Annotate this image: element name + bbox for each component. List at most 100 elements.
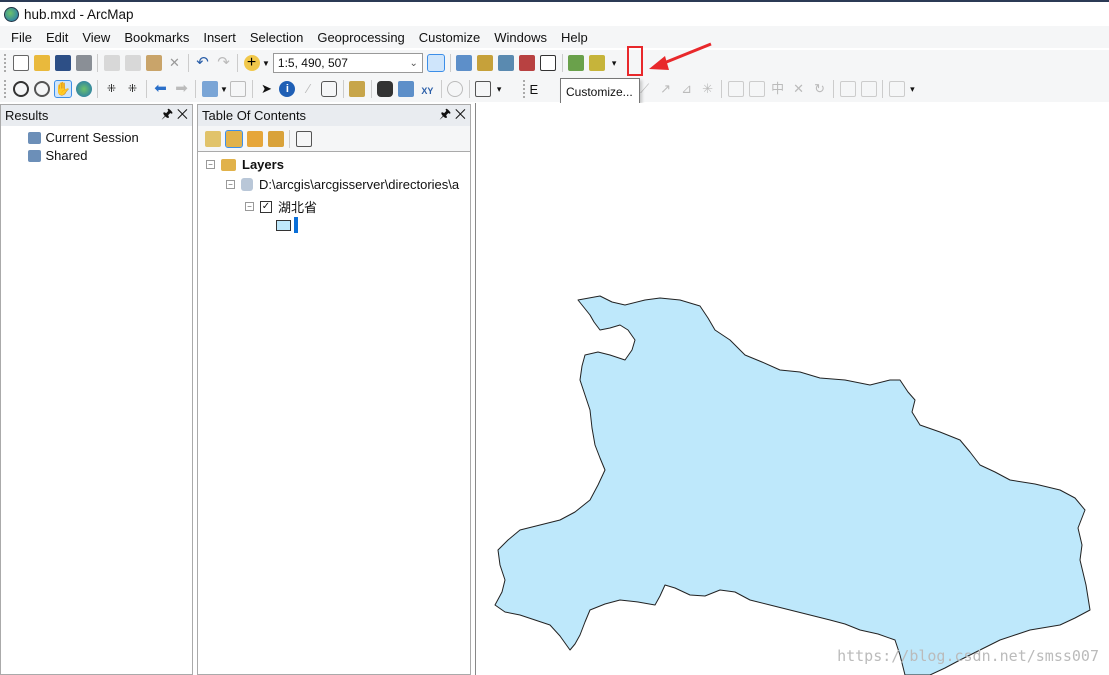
menu-insert[interactable]: Insert [196, 30, 243, 45]
open-folder-icon[interactable] [33, 55, 50, 71]
end-point-arc-icon[interactable]: ↗ [658, 81, 674, 97]
paste-icon[interactable] [145, 55, 162, 71]
select-elements-arrow-icon[interactable]: ➤ [258, 81, 274, 97]
split-icon[interactable]: ✕ [791, 81, 807, 97]
new-document-icon[interactable] [12, 55, 29, 71]
menu-bookmarks[interactable]: Bookmarks [117, 30, 196, 45]
trace-icon[interactable]: ⊿ [679, 81, 695, 97]
modelbuilder-icon[interactable] [568, 55, 585, 71]
toolbar-options-dropdown[interactable]: ▾ [497, 84, 502, 95]
menu-geoprocessing[interactable]: Geoprocessing [310, 30, 411, 45]
polygon-symbol-swatch[interactable] [276, 219, 291, 231]
text-cursor [294, 217, 298, 233]
layer-visibility-checkbox[interactable]: ✓ [260, 200, 272, 213]
list-by-visibility-icon[interactable] [246, 130, 263, 147]
results-shared[interactable]: Shared [25, 148, 87, 163]
menu-edit[interactable]: Edit [39, 30, 75, 45]
list-by-drawing-order-icon[interactable] [204, 130, 221, 147]
rotate-icon[interactable]: ↻ [812, 81, 828, 97]
clear-selection-icon[interactable] [230, 81, 247, 97]
go-to-xy-icon[interactable]: XY [419, 81, 435, 97]
sketch-properties-icon[interactable] [860, 81, 877, 97]
title-bar: hub.mxd - ArcMap [0, 2, 1109, 26]
toolbar-grip[interactable] [4, 80, 7, 98]
catalog-window-icon[interactable] [477, 55, 494, 71]
separator [289, 129, 290, 148]
menu-windows[interactable]: Windows [487, 30, 554, 45]
zoom-in-icon[interactable] [12, 81, 29, 97]
collapse-icon[interactable]: − [245, 202, 254, 211]
map-scale-combobox[interactable]: 1:5, 490, 507 ⌄ [272, 53, 423, 73]
hyperlink-icon[interactable]: ⁄ [300, 81, 316, 97]
customize-tooltip: Customize... [560, 78, 640, 106]
editor-label[interactable]: E [529, 82, 538, 97]
edit-vertices-icon[interactable] [727, 81, 744, 97]
select-dropdown-icon[interactable]: ▼ [220, 85, 228, 94]
list-by-selection-icon[interactable] [267, 130, 284, 147]
pin-icon[interactable]: 🖈 [439, 106, 451, 121]
menu-view[interactable]: View [75, 30, 117, 45]
chevron-down-icon[interactable]: ⌄ [410, 58, 418, 69]
create-features-icon[interactable] [888, 81, 905, 97]
layer-symbol[interactable] [276, 217, 298, 233]
toolbar-extra-icon[interactable] [589, 55, 606, 71]
arctoolbox-icon[interactable] [519, 55, 536, 71]
toolbar-grip[interactable] [523, 80, 526, 98]
forward-arrow-icon[interactable]: ➡ [174, 81, 190, 97]
toc-layers-group[interactable]: − Layers [206, 157, 284, 172]
python-window-icon[interactable] [540, 55, 557, 71]
menu-customize[interactable]: Customize [412, 30, 487, 45]
find-route-icon[interactable] [398, 81, 415, 97]
toolbar-options-dropdown[interactable]: ▾ [612, 58, 617, 69]
identify-icon[interactable]: i [279, 81, 296, 97]
add-data-icon[interactable]: + [243, 55, 260, 71]
point-icon[interactable]: ✳ [700, 81, 716, 97]
add-data-dropdown-icon[interactable]: ▼ [262, 59, 270, 68]
cut-polygons-icon[interactable]: 中 [770, 81, 786, 97]
redo-icon[interactable]: ↷ [216, 55, 232, 71]
menu-file[interactable]: File [4, 30, 39, 45]
search-window-icon[interactable] [498, 55, 515, 71]
zoom-out-icon[interactable] [33, 81, 50, 97]
full-extent-globe-icon[interactable] [75, 81, 92, 97]
copy-icon[interactable] [124, 55, 141, 71]
collapse-icon[interactable]: − [226, 180, 235, 189]
editor-toolbar-icon[interactable] [427, 54, 446, 72]
time-slider-icon[interactable] [447, 81, 464, 97]
save-icon[interactable] [54, 55, 71, 71]
toolbar-grip[interactable] [4, 54, 7, 72]
options-icon[interactable] [295, 130, 312, 147]
close-icon[interactable]: ✕ [177, 106, 188, 121]
attributes-icon[interactable] [839, 81, 856, 97]
province-shape[interactable] [494, 295, 1091, 675]
measure-icon[interactable] [349, 81, 366, 97]
reshape-feature-icon[interactable] [748, 81, 765, 97]
pin-icon[interactable]: 🖈 [161, 106, 173, 121]
print-icon[interactable] [75, 55, 92, 71]
fixed-zoom-out-icon[interactable]: ⁜ [125, 81, 141, 97]
menu-selection[interactable]: Selection [243, 30, 310, 45]
find-binoculars-icon[interactable] [377, 81, 394, 97]
pan-hand-icon[interactable]: ✋ [53, 80, 72, 98]
hubei-province-polygon[interactable] [476, 103, 1109, 675]
back-arrow-icon[interactable]: ⬅ [153, 81, 169, 97]
table-of-contents-window-icon[interactable] [456, 55, 473, 71]
toc-layer-hubei[interactable]: − ✓ 湖北省 [245, 197, 317, 216]
create-viewer-window-icon[interactable] [475, 81, 492, 97]
select-features-icon[interactable] [201, 81, 218, 97]
results-current-session[interactable]: Current Session [25, 130, 139, 145]
fixed-zoom-in-icon[interactable]: ⁜ [104, 81, 120, 97]
toc-data-source[interactable]: − D:\arcgis\arcgisserver\directories\a [226, 177, 459, 192]
collapse-icon[interactable]: − [206, 160, 215, 169]
toolbar-options-dropdown[interactable]: ▾ [910, 84, 915, 95]
separator [721, 80, 723, 98]
delete-icon[interactable]: ✕ [167, 55, 183, 71]
html-popup-icon[interactable] [321, 81, 338, 97]
cut-icon[interactable] [103, 55, 120, 71]
list-by-source-icon[interactable] [224, 129, 243, 148]
results-title: Results [5, 108, 49, 123]
menu-help[interactable]: Help [554, 30, 595, 45]
close-icon[interactable]: ✕ [455, 106, 466, 121]
map-view[interactable] [475, 103, 1109, 675]
undo-icon[interactable]: ↶ [195, 55, 211, 71]
